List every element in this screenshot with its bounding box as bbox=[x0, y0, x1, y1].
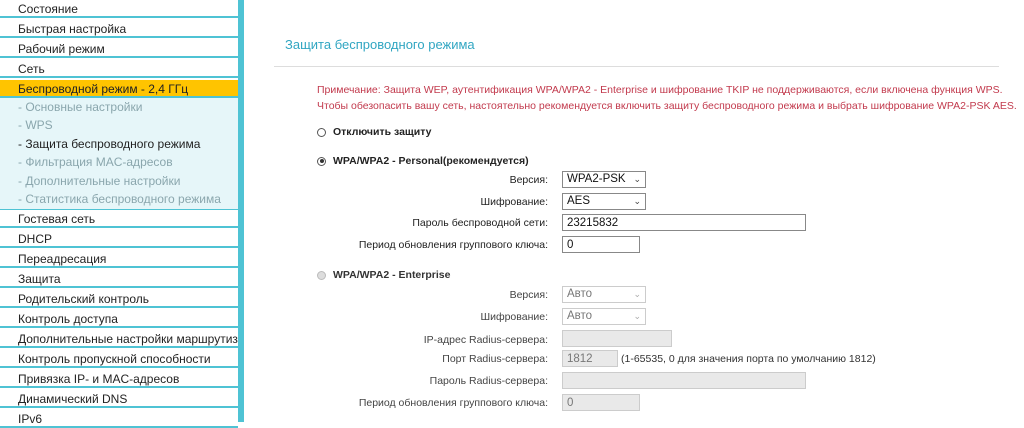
enterprise-group-key-input[interactable]: 0 bbox=[562, 394, 640, 411]
sidebar-item-wireless-24[interactable]: Беспроводной режим - 2,4 ГГц bbox=[0, 80, 238, 98]
chevron-down-icon: ⌄ bbox=[633, 196, 641, 206]
radio-disable-security[interactable]: Отключить защиту bbox=[317, 126, 431, 138]
wireless-password-input[interactable]: 23215832 bbox=[562, 214, 806, 231]
radius-port-hint: (1-65535, 0 для значения порта по умолча… bbox=[621, 353, 876, 365]
enterprise-group-key-label: Период обновления группового ключа: bbox=[358, 397, 548, 409]
note-line-2: Чтобы обезопасить вашу сеть, настоятельн… bbox=[317, 100, 1017, 112]
radio-wpa-personal[interactable]: WPA/WPA2 - Personal(рекомендуется) bbox=[317, 155, 529, 167]
radius-port-label: Порт Radius-сервера: bbox=[442, 353, 548, 365]
sidebar-item-parental-control[interactable]: Родительский контроль bbox=[0, 290, 238, 308]
sidebar-item-status[interactable]: Состояние bbox=[0, 0, 238, 18]
sidebar-item-operation-mode[interactable]: Рабочий режим bbox=[0, 40, 238, 58]
sidebar-item-network[interactable]: Сеть bbox=[0, 60, 238, 78]
sidebar-item-access-control[interactable]: Контроль доступа bbox=[0, 310, 238, 328]
sidebar-item-advanced-routing[interactable]: Дополнительные настройки маршрутизации bbox=[0, 330, 238, 348]
chevron-down-icon: ⌄ bbox=[633, 311, 641, 321]
submenu-mac-filtering[interactable]: - Фильтрация MAC-адресов bbox=[0, 153, 238, 171]
sidebar-item-ip-mac-binding[interactable]: Привязка IP- и MAC-адресов bbox=[0, 370, 238, 388]
submenu-advanced-settings[interactable]: - Дополнительные настройки bbox=[0, 172, 238, 190]
select-value: AES bbox=[567, 195, 591, 207]
submenu-basic-settings[interactable]: - Основные настройки bbox=[0, 98, 238, 116]
enterprise-encryption-label: Шифрование: bbox=[480, 311, 548, 323]
radius-ip-input[interactable] bbox=[562, 330, 672, 347]
sidebar-item-guest-network[interactable]: Гостевая сеть bbox=[0, 210, 238, 228]
sidebar-item-forwarding[interactable]: Переадресация bbox=[0, 250, 238, 268]
radio-label: WPA/WPA2 - Personal(рекомендуется) bbox=[333, 155, 529, 167]
radius-password-label: Пароль Radius-сервера: bbox=[429, 375, 548, 387]
personal-group-key-input[interactable]: 0 bbox=[562, 236, 640, 253]
page-title: Защита беспроводного режима bbox=[285, 37, 475, 52]
sidebar: Состояние Быстрая настройка Рабочий режи… bbox=[0, 0, 240, 428]
wireless-password-label: Пароль беспроводной сети: bbox=[412, 217, 548, 229]
radio-label: WPA/WPA2 - Enterprise bbox=[333, 269, 451, 281]
note-line-1: Примечание: Защита WEP, аутентификация W… bbox=[317, 84, 1003, 96]
radius-ip-label: IP-адрес Radius-сервера: bbox=[423, 334, 548, 346]
sidebar-item-dhcp[interactable]: DHCP bbox=[0, 230, 238, 248]
radio-button[interactable] bbox=[317, 127, 326, 137]
select-value: Авто bbox=[567, 288, 593, 300]
chevron-down-icon: ⌄ bbox=[633, 174, 641, 184]
chevron-down-icon: ⌄ bbox=[633, 289, 641, 299]
personal-version-select[interactable]: WPA2-PSK ⌄ bbox=[562, 171, 646, 188]
submenu-wireless-statistics[interactable]: - Статистика беспроводного режима bbox=[0, 190, 238, 208]
sidebar-item-security[interactable]: Защита bbox=[0, 270, 238, 288]
select-value: Авто bbox=[567, 310, 593, 322]
radio-label: Отключить защиту bbox=[333, 126, 432, 138]
submenu-wireless-security[interactable]: - Защита беспроводного режима bbox=[0, 135, 238, 153]
personal-encryption-select[interactable]: AES ⌄ bbox=[562, 193, 646, 210]
title-divider bbox=[274, 66, 999, 67]
wireless-submenu: - Основные настройки - WPS - Защита бесп… bbox=[0, 98, 238, 211]
personal-encryption-label: Шифрование: bbox=[480, 196, 548, 208]
select-value: WPA2-PSK bbox=[567, 173, 626, 185]
enterprise-version-label: Версия: bbox=[509, 289, 548, 301]
radio-button-checked[interactable] bbox=[317, 156, 326, 166]
submenu-wps[interactable]: - WPS bbox=[0, 116, 238, 134]
radio-button[interactable] bbox=[317, 270, 326, 280]
sidebar-item-dynamic-dns[interactable]: Динамический DNS bbox=[0, 390, 238, 408]
sidebar-item-quick-setup[interactable]: Быстрая настройка bbox=[0, 20, 238, 38]
personal-version-label: Версия: bbox=[509, 174, 548, 186]
radius-port-input[interactable]: 1812 bbox=[562, 350, 618, 367]
sidebar-item-ipv6[interactable]: IPv6 bbox=[0, 410, 238, 428]
sidebar-item-bandwidth-control[interactable]: Контроль пропускной способности bbox=[0, 350, 238, 368]
radius-password-input[interactable] bbox=[562, 372, 806, 389]
enterprise-version-select[interactable]: Авто ⌄ bbox=[562, 286, 646, 303]
enterprise-encryption-select[interactable]: Авто ⌄ bbox=[562, 308, 646, 325]
personal-group-key-label: Период обновления группового ключа: bbox=[358, 239, 548, 251]
main-panel: Защита беспроводного режима Примечание: … bbox=[244, 0, 1024, 422]
radio-wpa-enterprise[interactable]: WPA/WPA2 - Enterprise bbox=[317, 269, 450, 281]
